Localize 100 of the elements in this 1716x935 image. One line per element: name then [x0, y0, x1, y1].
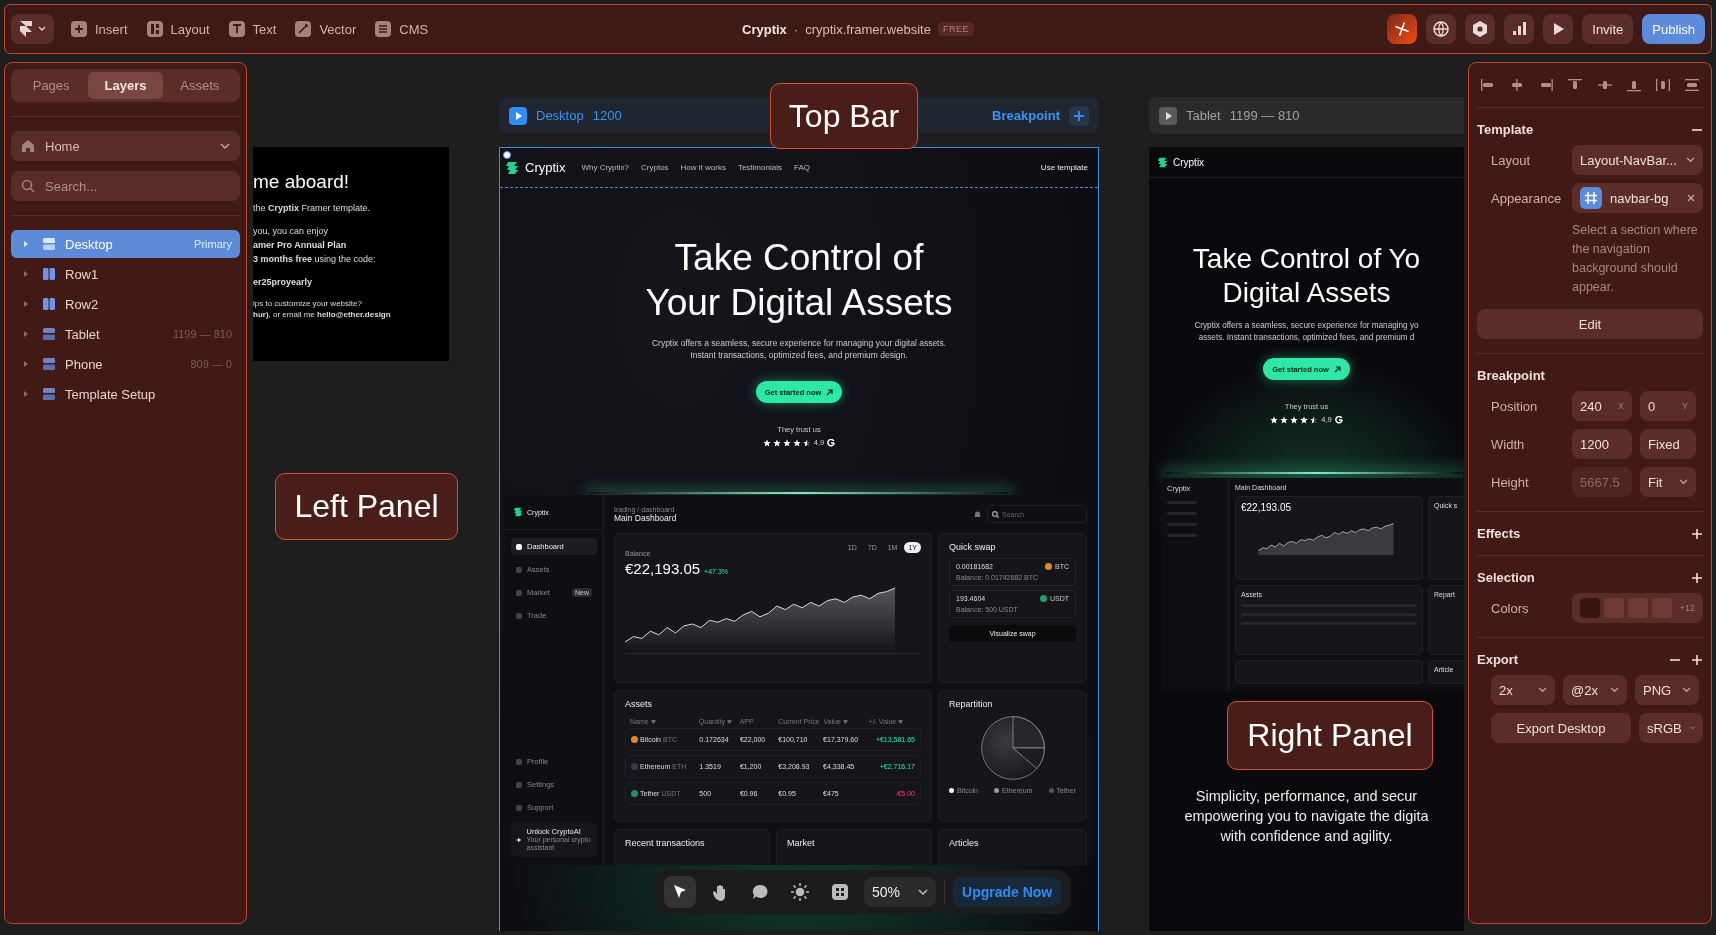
star-icon [792, 438, 801, 447]
nav-link[interactable]: FAQ [793, 163, 810, 172]
add-breakpoint-button[interactable] [1069, 105, 1089, 126]
play-icon[interactable] [509, 106, 527, 125]
layer-item[interactable]: Row1 [11, 260, 240, 288]
property-label: Appearance [1490, 190, 1563, 206]
panel-tab[interactable]: Assets [162, 72, 237, 99]
plus-icon[interactable] [1691, 527, 1703, 540]
chevron-icon [1689, 725, 1695, 731]
logo-icon [1157, 155, 1168, 169]
invite-button[interactable]: Invite [1582, 14, 1634, 44]
framer-menu-button[interactable] [11, 14, 54, 44]
star-icon [772, 438, 781, 447]
appearance-field[interactable]: navbar-bg [1572, 183, 1703, 213]
panel-tab[interactable]: Layers [88, 72, 163, 99]
section-title: Selection [1477, 570, 1535, 585]
panel-tab[interactable]: Pages [14, 72, 89, 99]
star-icon [762, 438, 771, 447]
search-field[interactable]: Search... [11, 171, 240, 201]
toolbar-button[interactable]: Insert [68, 16, 130, 42]
bar-chart-icon [1510, 20, 1529, 38]
nav-link[interactable]: Testimonials [737, 163, 782, 172]
caret-icon[interactable] [23, 240, 29, 248]
star-icon [1310, 415, 1319, 424]
frame-icon [42, 237, 56, 251]
use-template-link[interactable]: Use template [1040, 163, 1088, 172]
pie-chart-drawing [979, 715, 1046, 781]
welcome-text: you, you can enjoy amer Pro Annual Plan 3 months free using the code: [253, 225, 377, 266]
format-select[interactable]: PNG [1635, 675, 1699, 705]
upgrade-button[interactable]: Upgrade Now [953, 877, 1062, 907]
caret-icon[interactable] [23, 330, 29, 338]
edit-button[interactable]: Edit [1477, 309, 1703, 339]
frame-range: 1199 — 810 [1229, 108, 1300, 123]
card-title: Assets [625, 699, 653, 709]
layer-item[interactable]: Template Setup [11, 380, 240, 408]
site-logo[interactable]: Cryptix [1173, 156, 1205, 168]
caret-icon[interactable] [23, 300, 29, 308]
position-y-field[interactable]: 0 Y [1640, 391, 1696, 421]
suffix-select[interactable]: @2x [1563, 675, 1627, 705]
sort-caret-icon [898, 719, 904, 724]
toolbar-button[interactable]: CMS [372, 16, 431, 42]
plan-badge: FREE [937, 22, 974, 36]
bell-icon[interactable] [974, 510, 981, 518]
toolbar-button[interactable]: Layout [143, 16, 212, 42]
nav-link[interactable]: How it works [680, 163, 726, 172]
preview-play-button[interactable] [1543, 14, 1574, 44]
tagline-text: Simplicity, performance, and secur empowering you to navigate the digita with confidence and agility. [1183, 787, 1430, 846]
caret-icon[interactable] [23, 390, 29, 398]
export-button[interactable]: Export Desktop [1491, 713, 1631, 743]
breakpoint-label[interactable]: Breakpoint [992, 108, 1060, 123]
toolbar-button[interactable]: Text [225, 16, 279, 42]
columns-icon [42, 267, 56, 281]
position-x-field[interactable]: 240 X [1572, 391, 1632, 421]
color-swatch[interactable] [1580, 598, 1600, 618]
layer-item[interactable]: Row2 [11, 290, 240, 318]
pointer-tool-button[interactable] [664, 876, 696, 908]
analytics-button[interactable] [1504, 14, 1535, 44]
chevron-icon [1682, 687, 1691, 693]
page-select[interactable]: Home [11, 131, 240, 161]
zoom-select[interactable]: 50% [864, 877, 937, 907]
layout-select[interactable]: Layout-NavBar... [1572, 145, 1703, 175]
site-url[interactable]: cryptix.framer.website [805, 21, 931, 37]
dashboard-title: Main Dashboard [614, 512, 678, 523]
layer-item[interactable]: Phone 809 — 0 [11, 350, 240, 378]
scale-select[interactable]: 2x [1491, 675, 1555, 705]
property-label: Height [1490, 474, 1530, 490]
search-icon [21, 179, 35, 193]
play-icon[interactable] [1159, 106, 1177, 125]
layer-item[interactable]: Tablet 1199 — 810 [11, 320, 240, 348]
color-profile-select[interactable]: sRGB [1639, 713, 1703, 743]
property-label: Width [1490, 436, 1526, 452]
toolbar-button[interactable]: Vector [292, 16, 359, 42]
caret-icon[interactable] [23, 360, 29, 368]
database-icon [374, 20, 393, 38]
align-icon[interactable] [1683, 77, 1701, 93]
project-name: Cryptix [742, 21, 787, 37]
card-title: Articles [949, 838, 980, 848]
caret-icon[interactable] [23, 270, 29, 278]
plus-icon[interactable] [1691, 653, 1703, 666]
nav-link[interactable]: Cryptos [641, 163, 669, 172]
property-label: Colors [1490, 600, 1530, 616]
align-icon[interactable] [1653, 77, 1672, 93]
welcome-text: the Cryptix Framer template. [253, 202, 372, 215]
width-mode-select[interactable]: Fixed [1640, 429, 1696, 459]
balance-value: €22,193.05 [1241, 502, 1293, 513]
settings-button[interactable] [1465, 14, 1496, 44]
chevron-icon [1679, 479, 1688, 485]
nav-link[interactable]: Why Cryptix? [581, 163, 629, 172]
site-logo[interactable]: Cryptix [525, 160, 566, 175]
sort-caret-icon [650, 719, 656, 724]
settings-icon [1471, 20, 1490, 38]
google-icon [827, 438, 836, 447]
nav-icon [516, 612, 522, 619]
ai-sparkle-button[interactable] [1387, 14, 1418, 44]
globe-button[interactable] [1426, 14, 1457, 44]
google-icon [1334, 415, 1343, 424]
selection-handle[interactable] [503, 151, 511, 159]
width-field[interactable]: 1200 [1572, 429, 1632, 459]
close-icon[interactable] [1687, 194, 1695, 202]
plus-icon[interactable] [1691, 571, 1703, 584]
